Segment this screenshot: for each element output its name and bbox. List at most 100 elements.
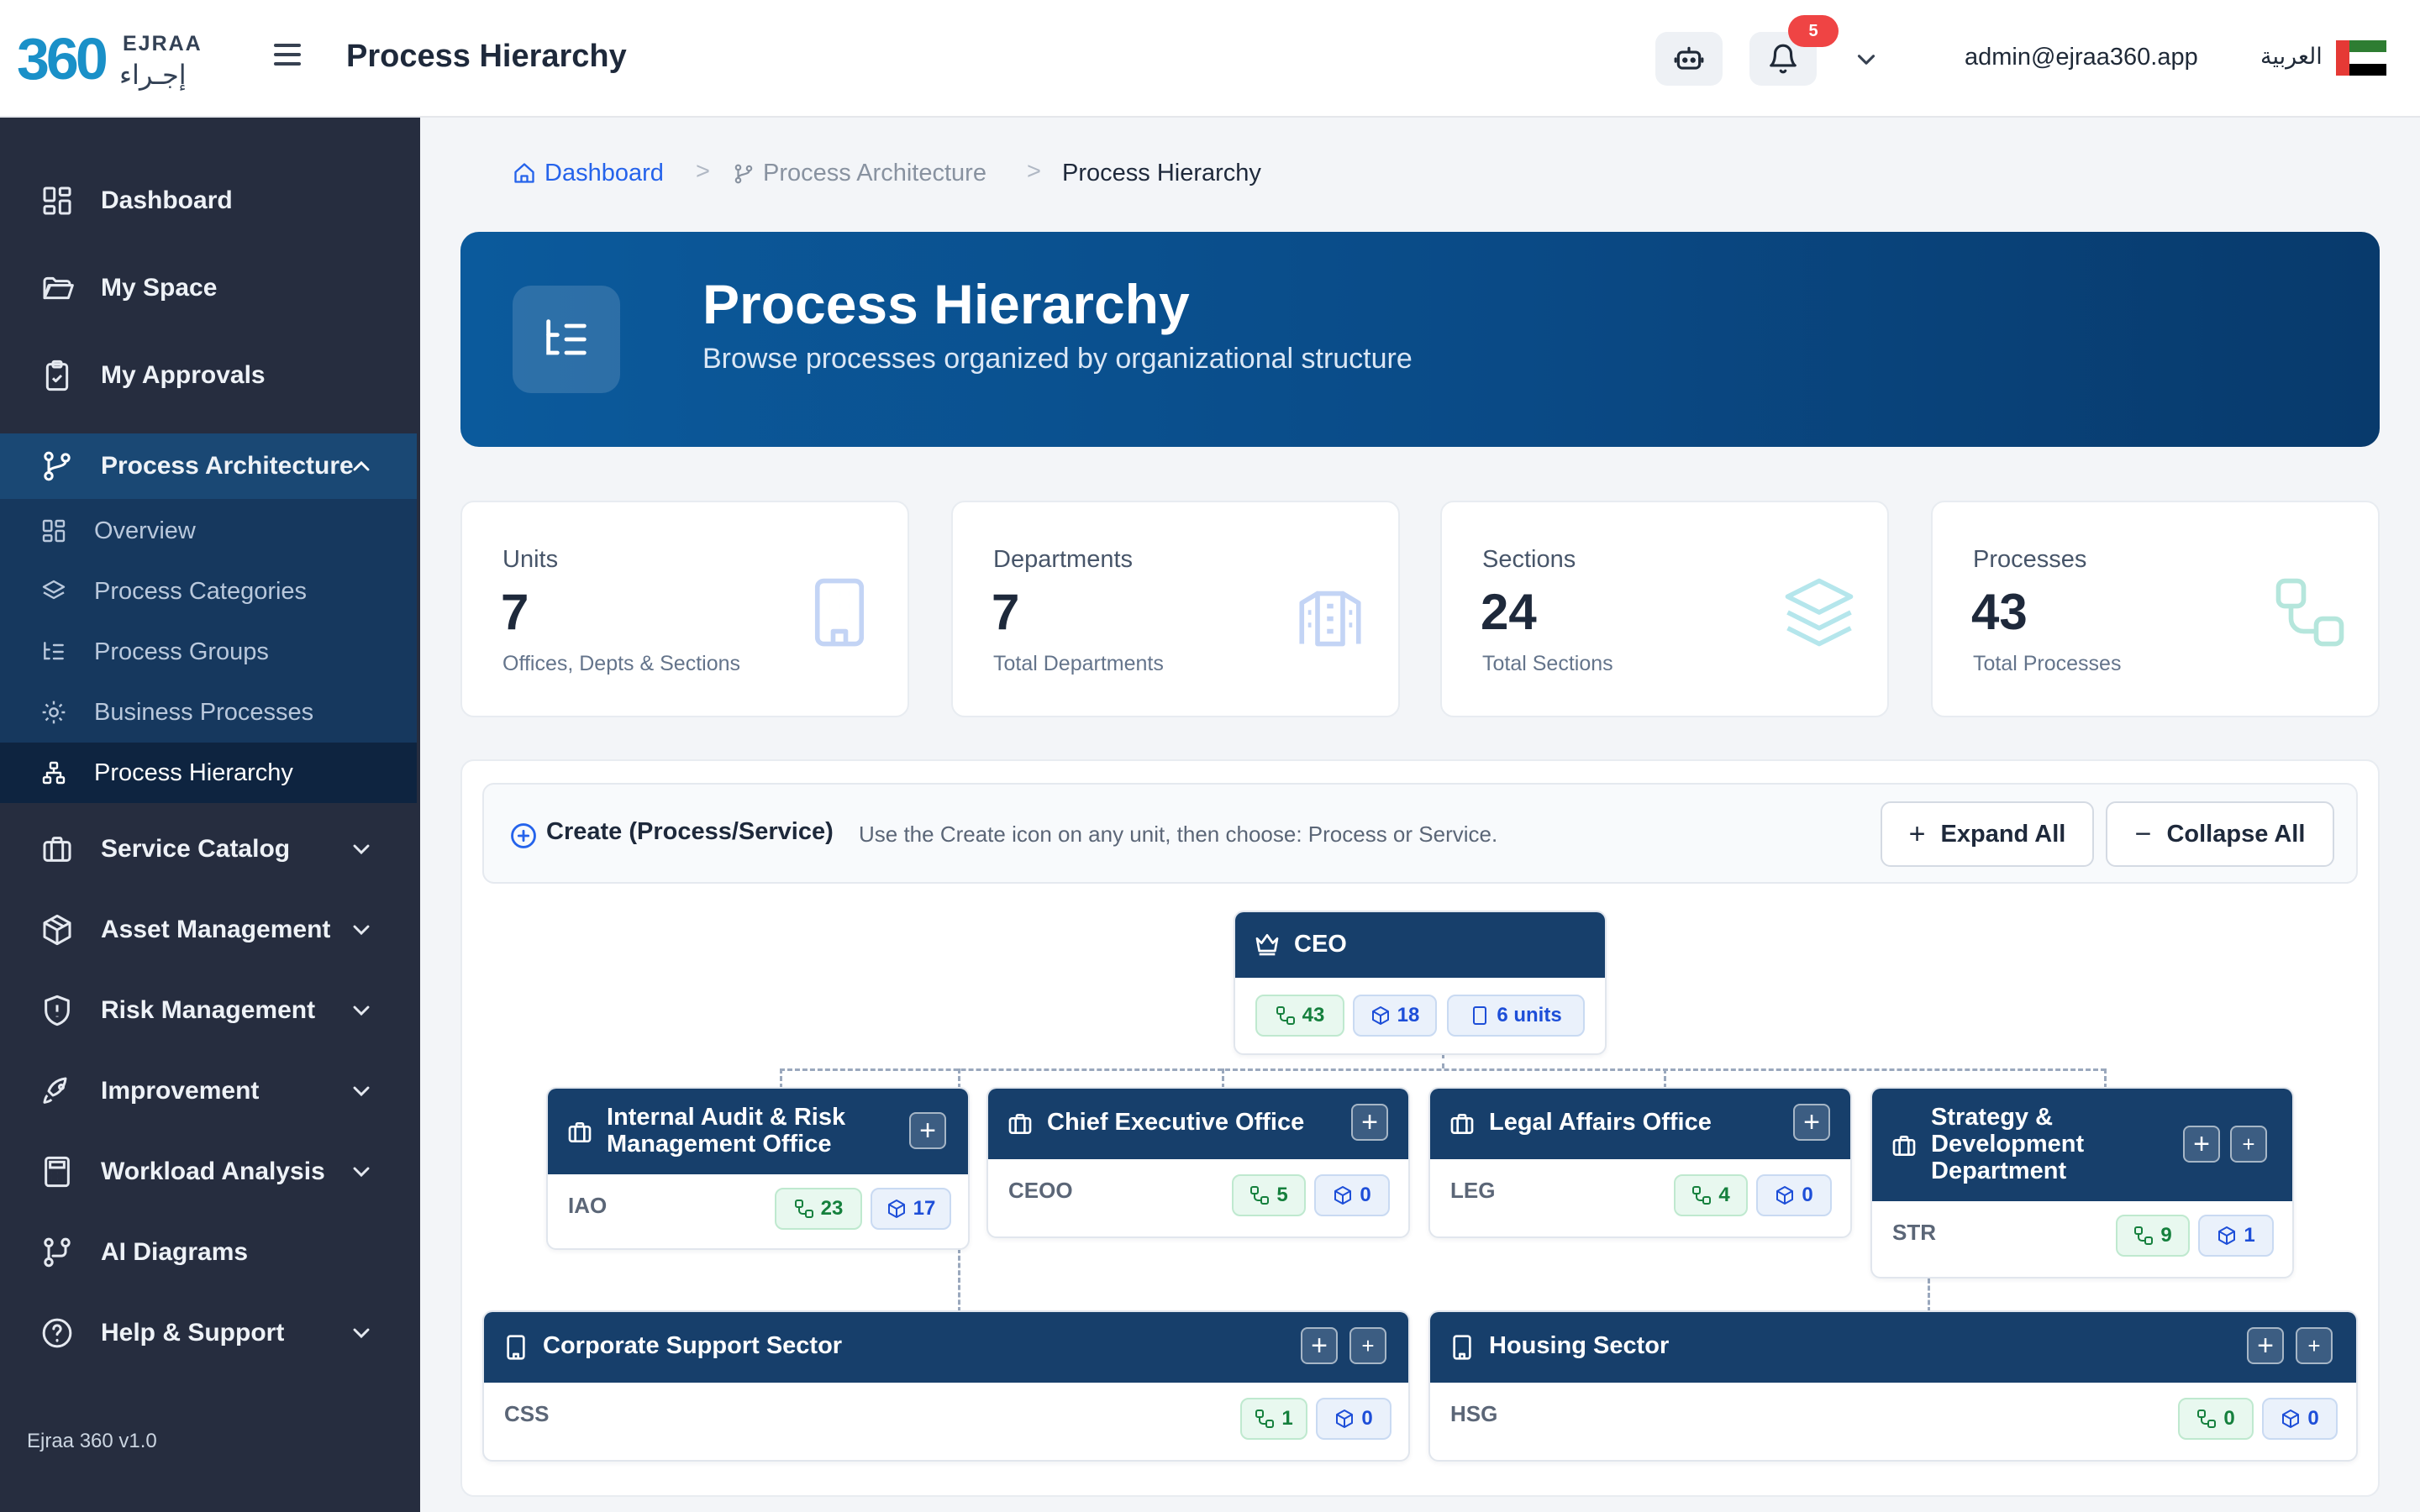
process-count-pill[interactable]: 43 xyxy=(1255,995,1344,1037)
service-count-pill[interactable]: 0 xyxy=(2262,1398,2338,1440)
sidebar-subitem-process-categories[interactable]: Process Categories xyxy=(0,561,417,622)
stat-value: 43 xyxy=(1971,584,2028,640)
package-icon xyxy=(1371,1006,1389,1025)
sidebar-subitem-business-processes[interactable]: Business Processes xyxy=(0,682,417,743)
assistant-button[interactable] xyxy=(1655,32,1723,86)
sidebar-subitem-process-hierarchy[interactable]: Process Hierarchy xyxy=(0,743,417,803)
chevron-down-icon[interactable] xyxy=(1852,45,1881,74)
service-count-pill[interactable]: 0 xyxy=(1314,1174,1390,1216)
sidebar-item-improvement[interactable]: Improvement xyxy=(0,1053,420,1129)
sidebar-item-label: Improvement xyxy=(101,1077,260,1105)
service-count-pill[interactable]: 0 xyxy=(1316,1398,1392,1440)
breadcrumb-dashboard[interactable]: Dashboard xyxy=(544,160,664,187)
home-icon xyxy=(514,163,534,183)
sidebar-item-label: Workload Analysis xyxy=(101,1158,325,1185)
stat-card-units: Units 7 Offices, Depts & Sections xyxy=(460,501,909,717)
add-child-button[interactable]: + xyxy=(1351,1104,1388,1141)
package-icon xyxy=(2282,1410,2300,1428)
menu-toggle-icon[interactable] xyxy=(274,44,301,69)
org-node-hsg[interactable]: Housing Sector + + HSG 0 0 xyxy=(1428,1310,2358,1462)
node-title: Housing Sector xyxy=(1489,1332,1670,1359)
add-child-button[interactable]: + xyxy=(1349,1327,1386,1364)
process-count-pill[interactable]: 5 xyxy=(1232,1174,1306,1216)
create-label[interactable]: Create (Process/Service) xyxy=(546,818,834,846)
sidebar-item-process-architecture[interactable]: Process Architecture xyxy=(0,428,420,504)
service-count: 0 xyxy=(1361,1407,1373,1430)
building-icon xyxy=(814,578,865,647)
git-branch-icon xyxy=(44,451,71,481)
sidebar-item-label: My Approvals xyxy=(101,361,266,389)
collapse-all-button[interactable]: − Collapse All xyxy=(2106,801,2334,867)
sidebar-item-service-catalog[interactable]: Service Catalog xyxy=(0,811,420,887)
add-child-button[interactable]: + xyxy=(909,1112,946,1149)
org-node-css[interactable]: Corporate Support Sector + + CSS 1 0 xyxy=(482,1310,1410,1462)
language-switch[interactable]: العربية xyxy=(2260,44,2323,70)
stat-value: 7 xyxy=(992,584,1020,640)
sidebar-subitem-process-groups[interactable]: Process Groups xyxy=(0,622,417,682)
sidebar-subitem-overview[interactable]: Overview xyxy=(0,501,417,561)
layers-icon xyxy=(1785,578,1854,647)
service-count-pill[interactable]: 0 xyxy=(1756,1174,1832,1216)
service-count-pill[interactable]: 18 xyxy=(1353,995,1437,1037)
add-process-button[interactable]: + xyxy=(2247,1327,2284,1364)
sidebar-item-dashboard[interactable]: Dashboard xyxy=(0,163,420,239)
breadcrumb-process-architecture[interactable]: Process Architecture xyxy=(763,160,986,187)
org-node-leg[interactable]: Legal Affairs Office + LEG 4 0 xyxy=(1428,1087,1852,1238)
org-node-ceoo[interactable]: Chief Executive Office + CEOO 5 0 xyxy=(986,1087,1410,1238)
connector-line xyxy=(1222,1068,1224,1089)
process-count: 5 xyxy=(1276,1184,1288,1206)
node-title-line1: Internal Audit & Risk xyxy=(607,1104,846,1131)
service-count-pill[interactable]: 1 xyxy=(2198,1215,2274,1257)
expand-all-button[interactable]: + Expand All xyxy=(1881,801,2094,867)
process-count-pill[interactable]: 0 xyxy=(2178,1398,2254,1440)
create-hint: Use the Create icon on any unit, then ch… xyxy=(859,822,1498,847)
stat-title: Processes xyxy=(1973,546,2087,573)
process-count-pill[interactable]: 1 xyxy=(1240,1398,1307,1440)
stat-title: Departments xyxy=(993,546,1134,573)
sidebar-item-risk-management[interactable]: Risk Management xyxy=(0,973,420,1048)
service-count: 0 xyxy=(1802,1184,1813,1206)
add-process-button[interactable]: + xyxy=(2183,1126,2220,1163)
notification-count-badge: 5 xyxy=(1788,15,1839,47)
org-node-ceo[interactable]: CEO 43 18 6 units xyxy=(1234,911,1607,1055)
add-child-button[interactable]: + xyxy=(2296,1327,2333,1364)
process-count-pill[interactable]: 9 xyxy=(2116,1215,2190,1257)
shield-alert-icon xyxy=(45,995,70,1026)
sidebar-item-ai-diagrams[interactable]: AI Diagrams xyxy=(0,1215,420,1290)
add-child-button[interactable]: + xyxy=(2230,1126,2267,1163)
create-bar: Create (Process/Service) Use the Create … xyxy=(482,783,2358,884)
unit-count: 6 units xyxy=(1497,1004,1562,1026)
stat-card-departments: Departments 7 Total Departments xyxy=(951,501,1400,717)
sidebar-item-my-approvals[interactable]: My Approvals xyxy=(0,338,420,413)
uae-flag-icon[interactable] xyxy=(2336,40,2386,76)
node-header: Housing Sector + + xyxy=(1430,1312,2356,1383)
chevron-down-icon xyxy=(353,1005,370,1016)
sidebar-subitem-label: Process Hierarchy xyxy=(94,759,293,786)
plus-icon: + xyxy=(1908,817,1926,850)
briefcase-icon xyxy=(1450,1114,1474,1134)
sidebar-item-help-support[interactable]: Help & Support xyxy=(0,1295,420,1371)
service-count-pill[interactable]: 17 xyxy=(871,1188,951,1230)
chevron-up-icon xyxy=(353,460,370,471)
package-icon xyxy=(1776,1186,1794,1205)
add-child-button[interactable]: + xyxy=(1793,1104,1830,1141)
add-process-button[interactable]: + xyxy=(1301,1327,1338,1364)
stat-card-sections: Sections 24 Total Sections xyxy=(1440,501,1889,717)
briefcase-icon xyxy=(1008,1114,1032,1134)
sidebar-item-label: Risk Management xyxy=(101,996,316,1024)
process-count-pill[interactable]: 23 xyxy=(775,1188,862,1230)
sidebar-item-asset-management[interactable]: Asset Management xyxy=(0,892,420,968)
plus-circle-icon[interactable] xyxy=(509,822,538,850)
sidebar-item-label: Process Architecture xyxy=(101,452,354,480)
hero-subtitle: Browse processes organized by organizati… xyxy=(702,343,1413,375)
org-node-str[interactable]: Strategy & Development Department + + ST… xyxy=(1870,1087,2294,1278)
app-logo[interactable]: 360 EJRAA إجـراء xyxy=(17,25,202,92)
sidebar-item-my-space[interactable]: My Space xyxy=(0,250,420,326)
user-email[interactable]: admin@ejraa360.app xyxy=(1965,44,2198,71)
sidebar-item-workload-analysis[interactable]: Workload Analysis xyxy=(0,1134,420,1210)
unit-count-pill[interactable]: 6 units xyxy=(1447,995,1585,1037)
org-node-iao[interactable]: Internal Audit & Risk Management Office … xyxy=(546,1087,970,1250)
route-icon xyxy=(2275,578,2344,647)
process-count-pill[interactable]: 4 xyxy=(1674,1174,1748,1216)
sidebar-subitem-label: Process Categories xyxy=(94,577,308,605)
